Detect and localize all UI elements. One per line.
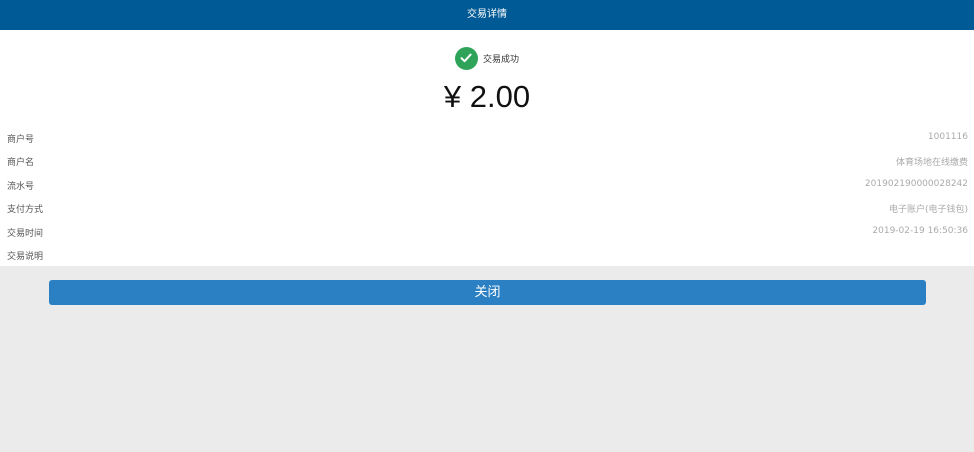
detail-list: 商户号 1001116 商户名 体育场地在线缴费 流水号 20190219000…: [0, 126, 974, 266]
detail-label: 支付方式: [7, 205, 44, 216]
detail-row-serial-number: 流水号 201902190000028242: [0, 173, 974, 196]
detail-label: 交易说明: [7, 251, 44, 262]
detail-row-merchant-id: 商户号 1001116: [0, 126, 974, 149]
detail-value: 1001116: [927, 132, 968, 142]
detail-label: 商户号: [7, 135, 35, 145]
header-bar: 交易详情: [0, 0, 974, 30]
detail-row-payment-method: 支付方式 电子账户(电子钱包): [0, 196, 974, 219]
amount-value: ¥ 2.00: [443, 79, 531, 114]
detail-value: 体育场地在线缴费: [895, 158, 968, 169]
detail-value: 2019-02-19 16:50:36: [872, 225, 968, 236]
detail-row-merchant-name: 商户名 体育场地在线缴费: [0, 149, 974, 172]
check-circle-icon: [454, 46, 478, 70]
detail-label: 商户名: [7, 158, 35, 169]
page-title: 交易详情: [467, 9, 507, 20]
detail-value: 电子账户(电子钱包): [888, 205, 968, 216]
detail-value: 201902190000028242: [864, 178, 968, 189]
detail-row-transaction-note: 交易说明: [0, 243, 974, 266]
status-row: 交易成功: [0, 46, 974, 70]
detail-label: 流水号: [7, 181, 35, 192]
detail-label: 交易时间: [7, 228, 44, 239]
detail-row-transaction-time: 交易时间 2019-02-19 16:50:36: [0, 220, 974, 243]
close-button[interactable]: 关闭: [49, 280, 926, 305]
transaction-detail-card: 交易成功 ¥ 2.00 商户号 1001116 商户名 体育场地在线缴费 流水号…: [0, 30, 974, 266]
status-text: 交易成功: [482, 54, 519, 65]
